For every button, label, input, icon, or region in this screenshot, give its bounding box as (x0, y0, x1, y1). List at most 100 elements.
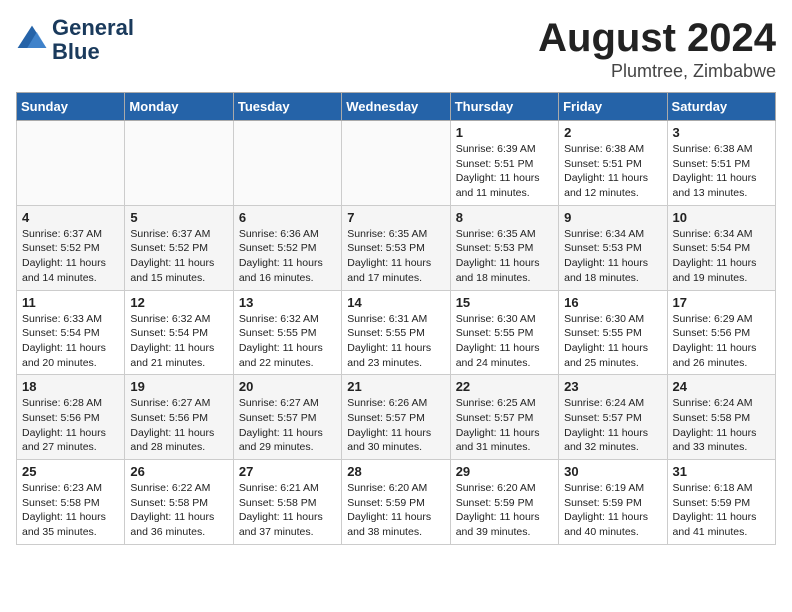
day-number: 6 (239, 210, 336, 225)
calendar-cell: 15 Sunrise: 6:30 AMSunset: 5:55 PMDayligh… (450, 290, 558, 375)
day-info: Sunrise: 6:25 AMSunset: 5:57 PMDaylight:… (456, 396, 553, 455)
week-row-1: 1Sunrise: 6:39 AMSunset: 5:51 PMDaylight… (17, 121, 776, 206)
day-info: Sunrise: 6:27 AMSunset: 5:56 PMDaylight:… (130, 396, 227, 455)
day-info: Sunrise: 6:30 AMSunset: 5:55 PMDaylight:… (456, 312, 553, 371)
day-number: 29 (456, 464, 553, 479)
calendar-cell: 12Sunrise: 6:32 AMSunset: 5:54 PMDayligh… (125, 290, 233, 375)
calendar-cell: 3 Sunrise: 6:38 AMSunset: 5:51 PMDaylight… (667, 121, 775, 206)
day-info: Sunrise: 6:21 AMSunset: 5:58 PMDaylight:… (239, 481, 336, 540)
header-row: SundayMondayTuesdayWednesdayThursdayFrid… (17, 93, 776, 121)
logo: General Blue (16, 16, 134, 64)
calendar-cell: 16 Sunrise: 6:30 AMSunset: 5:55 PMDayligh… (559, 290, 667, 375)
day-number: 27 (239, 464, 336, 479)
day-number: 14 (347, 295, 444, 310)
calendar-cell: 2 Sunrise: 6:38 AMSunset: 5:51 PMDaylight… (559, 121, 667, 206)
day-info: Sunrise: 6:32 AMSunset: 5:54 PMDaylight:… (130, 312, 227, 371)
calendar-cell: 8Sunrise: 6:35 AMSunset: 5:53 PMDaylight… (450, 205, 558, 290)
day-info: Sunrise: 6:38 AMSunset: 5:51 PMDaylight:… (564, 142, 661, 201)
calendar-cell: 31 Sunrise: 6:18 AMSunset: 5:59 PMDayligh… (667, 460, 775, 545)
day-number: 17 (673, 295, 770, 310)
day-info: Sunrise: 6:33 AMSunset: 5:54 PMDaylight:… (22, 312, 119, 371)
day-number: 10 (673, 210, 770, 225)
day-info: Sunrise: 6:38 AMSunset: 5:51 PMDaylight:… (673, 142, 770, 201)
calendar-cell: 26Sunrise: 6:22 AMSunset: 5:58 PMDayligh… (125, 460, 233, 545)
calendar-cell: 21Sunrise: 6:26 AMSunset: 5:57 PMDayligh… (342, 375, 450, 460)
title-block: August 2024 Plumtree, Zimbabwe (538, 16, 776, 82)
day-info: Sunrise: 6:27 AMSunset: 5:57 PMDaylight:… (239, 396, 336, 455)
day-number: 25 (22, 464, 119, 479)
calendar-cell: 14 Sunrise: 6:31 AMSunset: 5:55 PMDayligh… (342, 290, 450, 375)
day-info: Sunrise: 6:18 AMSunset: 5:59 PMDaylight:… (673, 481, 770, 540)
col-header-sunday: Sunday (17, 93, 125, 121)
day-number: 22 (456, 379, 553, 394)
col-header-saturday: Saturday (667, 93, 775, 121)
calendar-cell: 29 Sunrise: 6:20 AMSunset: 5:59 PMDayligh… (450, 460, 558, 545)
day-number: 8 (456, 210, 553, 225)
day-number: 1 (456, 125, 553, 140)
day-number: 5 (130, 210, 227, 225)
location: Plumtree, Zimbabwe (538, 61, 776, 82)
calendar-cell (342, 121, 450, 206)
logo-text: General Blue (52, 16, 134, 64)
calendar-cell: 25 Sunrise: 6:23 AMSunset: 5:58 PMDayligh… (17, 460, 125, 545)
week-row-5: 25 Sunrise: 6:23 AMSunset: 5:58 PMDayligh… (17, 460, 776, 545)
calendar-cell: 17 Sunrise: 6:29 AMSunset: 5:56 PMDayligh… (667, 290, 775, 375)
day-info: Sunrise: 6:36 AMSunset: 5:52 PMDaylight:… (239, 227, 336, 286)
day-info: Sunrise: 6:20 AMSunset: 5:59 PMDaylight:… (347, 481, 444, 540)
day-number: 30 (564, 464, 661, 479)
page-header: General Blue August 2024 Plumtree, Zimba… (16, 16, 776, 82)
month-title: August 2024 (538, 16, 776, 61)
day-number: 23 (564, 379, 661, 394)
calendar-cell: 6 Sunrise: 6:36 AMSunset: 5:52 PMDaylight… (233, 205, 341, 290)
day-number: 4 (22, 210, 119, 225)
day-number: 28 (347, 464, 444, 479)
day-info: Sunrise: 6:28 AMSunset: 5:56 PMDaylight:… (22, 396, 119, 455)
day-number: 20 (239, 379, 336, 394)
col-header-tuesday: Tuesday (233, 93, 341, 121)
calendar-cell: 20 Sunrise: 6:27 AMSunset: 5:57 PMDayligh… (233, 375, 341, 460)
day-info: Sunrise: 6:29 AMSunset: 5:56 PMDaylight:… (673, 312, 770, 371)
day-number: 15 (456, 295, 553, 310)
day-info: Sunrise: 6:20 AMSunset: 5:59 PMDaylight:… (456, 481, 553, 540)
calendar-cell: 18Sunrise: 6:28 AMSunset: 5:56 PMDayligh… (17, 375, 125, 460)
day-info: Sunrise: 6:24 AMSunset: 5:58 PMDaylight:… (673, 396, 770, 455)
col-header-friday: Friday (559, 93, 667, 121)
week-row-4: 18Sunrise: 6:28 AMSunset: 5:56 PMDayligh… (17, 375, 776, 460)
calendar-cell: 22 Sunrise: 6:25 AMSunset: 5:57 PMDayligh… (450, 375, 558, 460)
calendar-cell: 11Sunrise: 6:33 AMSunset: 5:54 PMDayligh… (17, 290, 125, 375)
day-info: Sunrise: 6:19 AMSunset: 5:59 PMDaylight:… (564, 481, 661, 540)
day-info: Sunrise: 6:34 AMSunset: 5:53 PMDaylight:… (564, 227, 661, 286)
calendar-cell: 24 Sunrise: 6:24 AMSunset: 5:58 PMDayligh… (667, 375, 775, 460)
col-header-wednesday: Wednesday (342, 93, 450, 121)
day-info: Sunrise: 6:26 AMSunset: 5:57 PMDaylight:… (347, 396, 444, 455)
day-number: 3 (673, 125, 770, 140)
calendar-cell: 5 Sunrise: 6:37 AMSunset: 5:52 PMDaylight… (125, 205, 233, 290)
day-number: 31 (673, 464, 770, 479)
day-info: Sunrise: 6:32 AMSunset: 5:55 PMDaylight:… (239, 312, 336, 371)
day-number: 9 (564, 210, 661, 225)
day-number: 7 (347, 210, 444, 225)
day-info: Sunrise: 6:23 AMSunset: 5:58 PMDaylight:… (22, 481, 119, 540)
day-info: Sunrise: 6:22 AMSunset: 5:58 PMDaylight:… (130, 481, 227, 540)
calendar-cell: 23Sunrise: 6:24 AMSunset: 5:57 PMDayligh… (559, 375, 667, 460)
calendar-cell: 19 Sunrise: 6:27 AMSunset: 5:56 PMDayligh… (125, 375, 233, 460)
calendar-cell: 30 Sunrise: 6:19 AMSunset: 5:59 PMDayligh… (559, 460, 667, 545)
day-number: 16 (564, 295, 661, 310)
day-number: 19 (130, 379, 227, 394)
day-number: 24 (673, 379, 770, 394)
day-number: 13 (239, 295, 336, 310)
week-row-3: 11Sunrise: 6:33 AMSunset: 5:54 PMDayligh… (17, 290, 776, 375)
calendar-cell: 7Sunrise: 6:35 AMSunset: 5:53 PMDaylight… (342, 205, 450, 290)
day-info: Sunrise: 6:31 AMSunset: 5:55 PMDaylight:… (347, 312, 444, 371)
day-info: Sunrise: 6:37 AMSunset: 5:52 PMDaylight:… (130, 227, 227, 286)
day-info: Sunrise: 6:37 AMSunset: 5:52 PMDaylight:… (22, 227, 119, 286)
logo-icon (16, 24, 48, 56)
calendar-cell (125, 121, 233, 206)
week-row-2: 4 Sunrise: 6:37 AMSunset: 5:52 PMDaylight… (17, 205, 776, 290)
calendar-cell: 9 Sunrise: 6:34 AMSunset: 5:53 PMDaylight… (559, 205, 667, 290)
day-info: Sunrise: 6:34 AMSunset: 5:54 PMDaylight:… (673, 227, 770, 286)
day-info: Sunrise: 6:30 AMSunset: 5:55 PMDaylight:… (564, 312, 661, 371)
day-number: 2 (564, 125, 661, 140)
calendar-cell (17, 121, 125, 206)
calendar-cell: 27 Sunrise: 6:21 AMSunset: 5:58 PMDayligh… (233, 460, 341, 545)
